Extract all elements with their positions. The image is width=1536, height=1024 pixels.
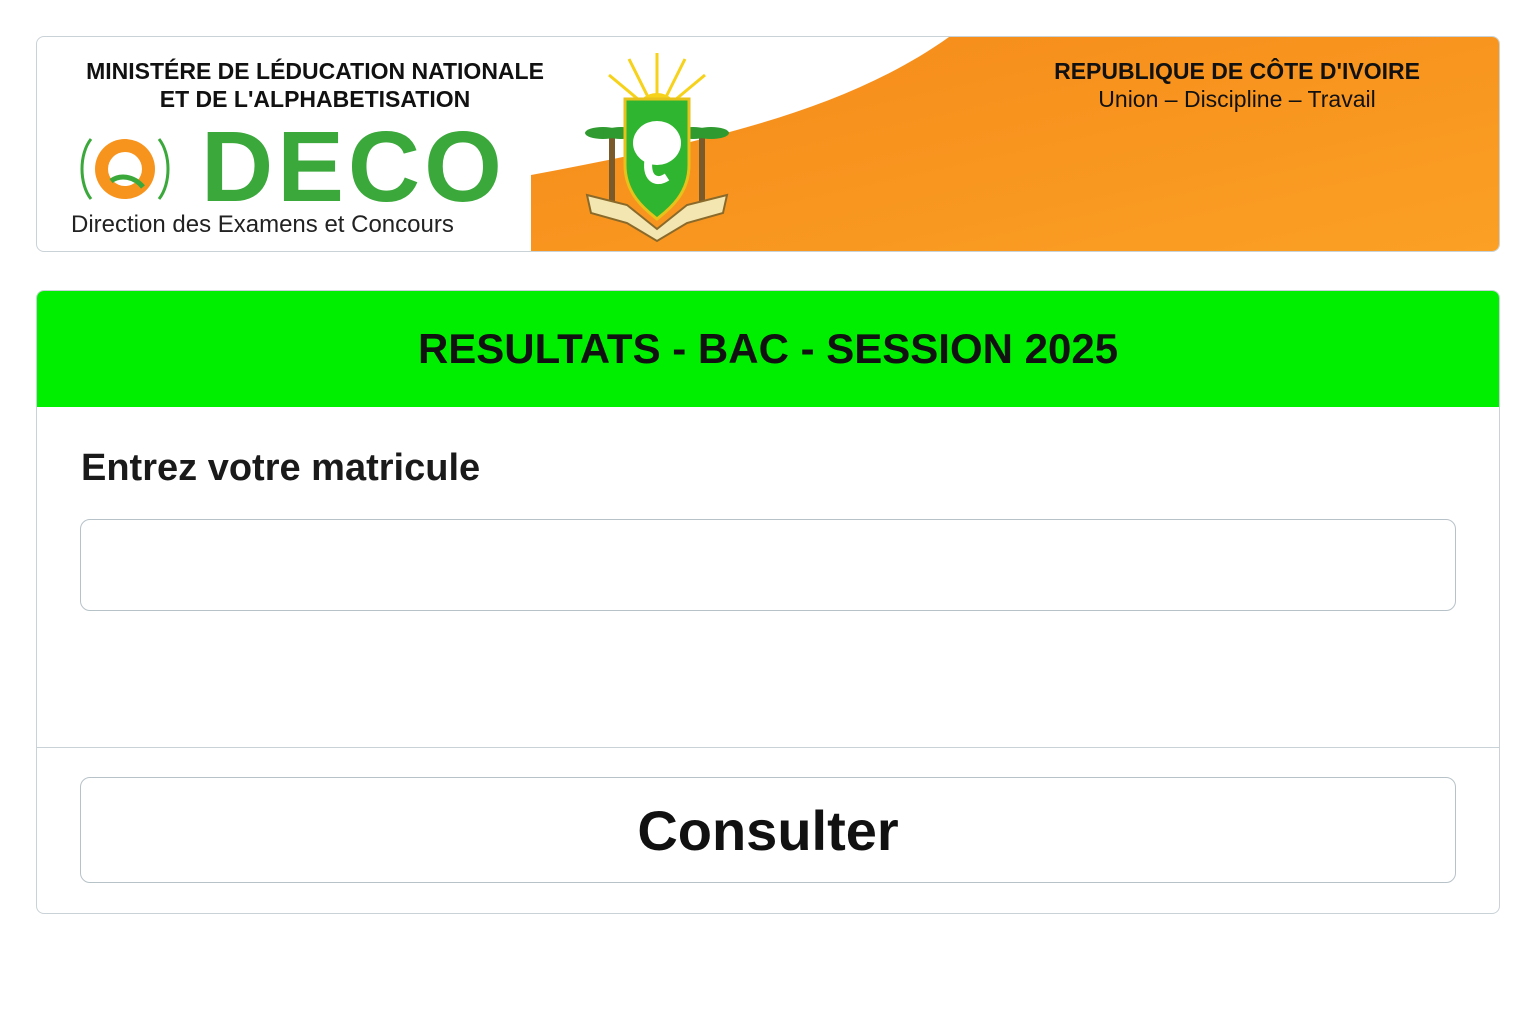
form-title-bar: RESULTATS - BAC - SESSION 2025 bbox=[37, 291, 1499, 407]
ministry-line-1: MINISTÉRE DE LÉDUCATION NATIONALE bbox=[86, 58, 544, 84]
header-banner: MINISTÉRE DE LÉDUCATION NATIONALE ET DE … bbox=[36, 36, 1500, 252]
consulter-button[interactable]: Consulter bbox=[80, 777, 1456, 883]
coat-of-arms-icon bbox=[585, 53, 729, 243]
matricule-label: Entrez votre matricule bbox=[81, 447, 481, 489]
deco-wordmark: DECO bbox=[201, 111, 506, 223]
ministry-name: MINISTÉRE DE LÉDUCATION NATIONALE ET DE … bbox=[37, 57, 593, 113]
results-form-card: RESULTATS - BAC - SESSION 2025 Entrez vo… bbox=[36, 290, 1500, 914]
matricule-input[interactable] bbox=[80, 519, 1456, 611]
form-divider bbox=[37, 747, 1499, 748]
republic-name: REPUBLIQUE DE CÔTE D'IVOIRE bbox=[1054, 58, 1420, 84]
deco-logo-icon bbox=[80, 138, 170, 200]
national-motto: Union – Discipline – Travail bbox=[1098, 86, 1376, 112]
form-title: RESULTATS - BAC - SESSION 2025 bbox=[417, 325, 1119, 372]
deco-subtitle: Direction des Examens et Concours bbox=[71, 211, 454, 238]
